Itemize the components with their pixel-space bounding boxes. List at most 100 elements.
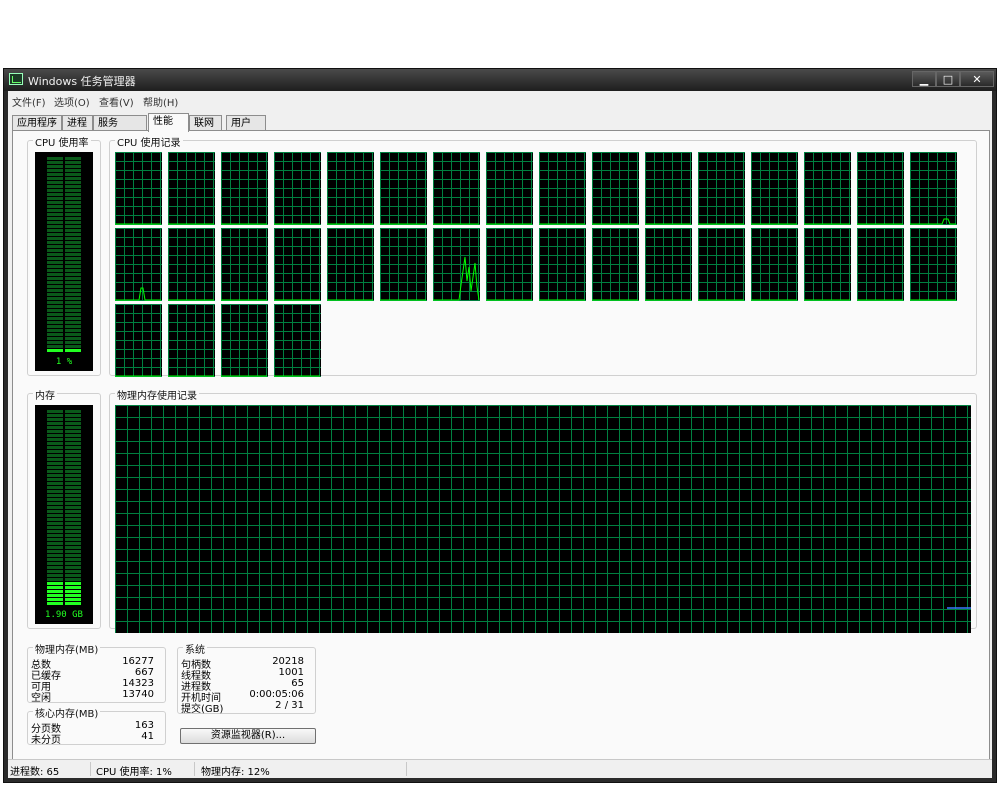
meter-segment <box>65 229 81 232</box>
meter-segment <box>65 446 81 449</box>
meter-segment <box>47 337 63 340</box>
stat-value: 163 <box>134 720 154 731</box>
menu-help[interactable]: 帮助(H) <box>143 94 178 109</box>
meter-segment <box>47 498 63 501</box>
tab-services[interactable]: 服务 <box>93 115 147 131</box>
stat-row: 进程数 65 <box>181 678 304 693</box>
resource-monitor-button[interactable]: 资源监视器(R)... <box>180 728 316 744</box>
status-processes: 进程数: 65 <box>10 767 60 778</box>
stat-row: 已缓存 667 <box>31 667 154 682</box>
cpu-core-graph <box>486 228 533 301</box>
meter-segment <box>47 426 63 429</box>
cpu-core-grid <box>804 152 851 225</box>
cpu-core-graph <box>486 152 533 225</box>
menu-file[interactable]: 文件(F) <box>12 94 46 109</box>
cpu-core-graphs <box>115 152 973 377</box>
meter-segment <box>65 438 81 441</box>
meter-segment <box>47 253 63 256</box>
cpu-core-graph <box>115 304 162 377</box>
meter-segment <box>65 466 81 469</box>
stat-value: 2 / 31 <box>275 700 304 711</box>
meter-segment <box>47 293 63 296</box>
meter-segment <box>47 249 63 252</box>
meter-segment <box>65 345 81 348</box>
stat-row: 空闲 13740 <box>31 689 154 704</box>
stat-row: 未分页 41 <box>31 731 154 746</box>
window-title: Windows 任务管理器 <box>28 75 136 88</box>
stat-value: 667 <box>134 667 154 678</box>
cpu-core-grid <box>433 152 480 225</box>
meter-segment <box>65 426 81 429</box>
task-manager-icon <box>9 73 23 85</box>
meter-segment <box>47 422 63 425</box>
meter-segment <box>47 233 63 236</box>
meter-segment <box>65 490 81 493</box>
cpu-history-label: CPU 使用记录 <box>115 134 183 149</box>
minimize-button[interactable]: ▁ <box>912 71 936 87</box>
meter-segment <box>47 534 63 537</box>
meter-segment <box>65 462 81 465</box>
meter-segment <box>65 478 81 481</box>
meter-segment <box>47 349 63 352</box>
meter-segment <box>47 189 63 192</box>
memory-history-group: 物理内存使用记录 <box>109 387 977 633</box>
meter-segment <box>65 578 81 581</box>
tab-processes[interactable]: 进程 <box>62 115 93 131</box>
tab-networking[interactable]: 联网 <box>189 115 222 131</box>
meter-segment <box>65 325 81 328</box>
stat-label: 提交(GB) <box>181 704 224 715</box>
physical-memory-label: 物理内存(MB) <box>33 641 101 656</box>
stat-value: 65 <box>291 678 304 689</box>
meter-segment <box>47 526 63 529</box>
meter-segment <box>65 341 81 344</box>
meter-segment <box>65 333 81 336</box>
tab-applications[interactable]: 应用程序 <box>12 115 62 131</box>
cpu-core-grid <box>327 152 374 225</box>
cpu-usage-value: 1 % <box>55 357 73 367</box>
meter-segment <box>47 329 63 332</box>
cpu-core-grid <box>221 228 268 301</box>
system-stats: 句柄数 20218 线程数 1001 进程数 65 开机时间 0:00:05:06 提交… <box>181 656 304 715</box>
meter-segment <box>47 462 63 465</box>
menu-options[interactable]: 选项(O) <box>54 94 90 109</box>
menu-view[interactable]: 查看(V) <box>99 94 134 109</box>
maximize-button[interactable]: □ <box>936 71 960 87</box>
meter-segment <box>47 558 63 561</box>
cpu-core-graph <box>645 152 692 225</box>
meter-segment <box>47 161 63 164</box>
meter-segment <box>47 578 63 581</box>
meter-segment <box>65 261 81 264</box>
tab-users[interactable]: 用户 <box>226 115 266 131</box>
meter-segment <box>47 273 63 276</box>
meter-segment <box>65 157 81 160</box>
cpu-core-grid <box>645 228 692 301</box>
meter-segment <box>65 526 81 529</box>
meter-segment <box>65 193 81 196</box>
meter-segment <box>65 470 81 473</box>
cpu-core-graph <box>274 228 321 301</box>
cpu-core-graph <box>910 228 957 301</box>
meter-segment <box>47 434 63 437</box>
stat-value: 13740 <box>122 689 154 700</box>
cpu-usage-group: CPU 使用率 1 % <box>27 134 101 376</box>
title-bar[interactable]: Windows 任务管理器 ▁ □ ✕ <box>4 69 996 91</box>
meter-segment <box>65 265 81 268</box>
meter-segment <box>47 317 63 320</box>
stat-row: 开机时间 0:00:05:06 <box>181 689 304 704</box>
meter-segment <box>65 482 81 485</box>
stat-label: 未分页 <box>31 735 61 746</box>
meter-segment <box>65 502 81 505</box>
cpu-core-grid <box>221 152 268 225</box>
close-button[interactable]: ✕ <box>960 71 994 87</box>
cpu-core-graph <box>221 228 268 301</box>
meter-segment <box>47 502 63 505</box>
cpu-core-grid <box>751 228 798 301</box>
cpu-core-graph <box>857 228 904 301</box>
meter-segment <box>47 414 63 417</box>
tab-performance[interactable]: 性能 <box>148 113 189 132</box>
meter-segment <box>65 570 81 573</box>
cpu-core-graph <box>645 228 692 301</box>
stat-value: 20218 <box>272 656 304 667</box>
cpu-core-grid <box>168 228 215 301</box>
cpu-core-grid <box>115 152 162 225</box>
